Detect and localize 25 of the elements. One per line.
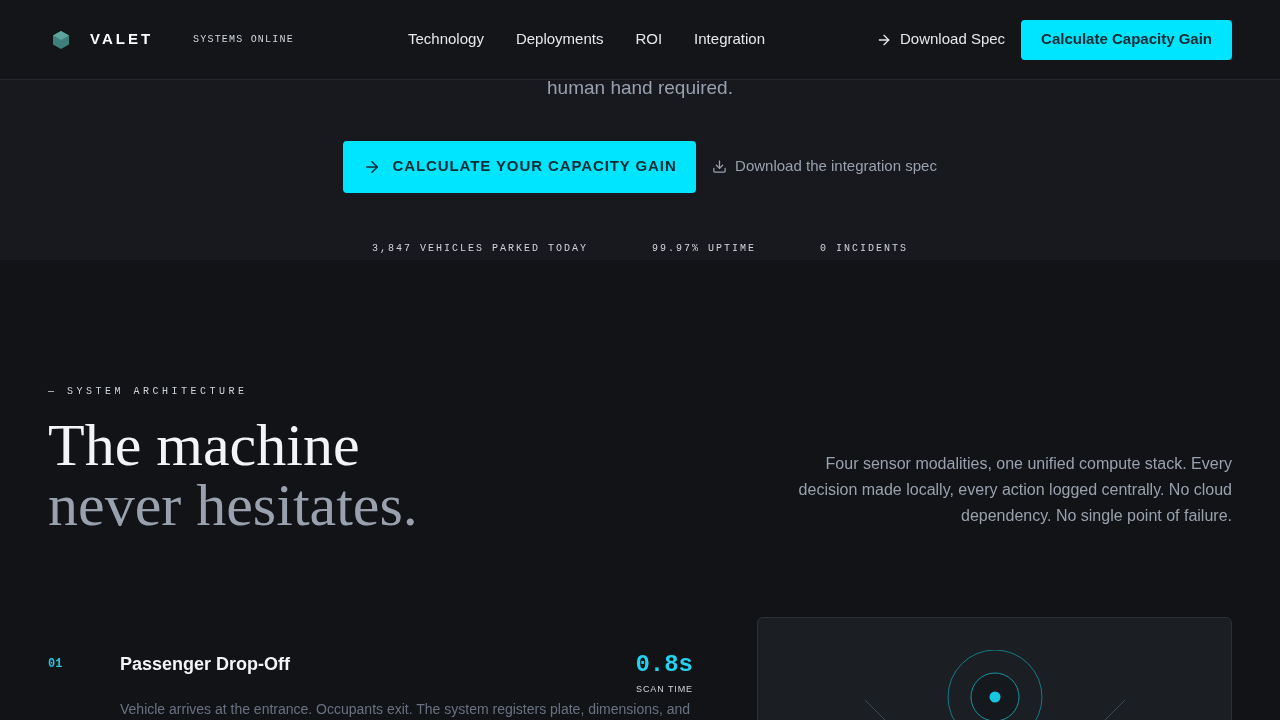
stat-label: 99.97% UPTIME: [652, 241, 756, 256]
section-title: The machine: [48, 415, 361, 475]
download-icon: [712, 159, 728, 174]
step-description: Vehicle arrives at the entrance. Occupants exit. The system registers plate, dimensions, and: [120, 700, 692, 717]
primary-cta-button[interactable]: CALCULATE YOUR CAPACITY GAIN: [343, 140, 697, 193]
step-title: Passenger Drop-Off: [120, 653, 291, 676]
hero-tagline: human hand required.: [547, 76, 733, 100]
download-spec-link[interactable]: Download Spec: [876, 28, 1006, 51]
section-eyebrow: — SYSTEM ARCHITECTURE: [48, 385, 249, 399]
stat-label: 0 INCIDENTS: [820, 241, 909, 256]
brand-name[interactable]: VALET: [90, 28, 154, 51]
step-number: 01: [48, 656, 64, 673]
integration-spec-link[interactable]: Download the integration spec: [712, 155, 937, 178]
nav-link[interactable]: ROI: [635, 28, 663, 51]
nav-link[interactable]: Technology: [408, 28, 484, 51]
nav-link[interactable]: Integration: [694, 28, 765, 51]
logo-icon: [52, 29, 70, 50]
cta-button[interactable]: Calculate Capacity Gain: [1021, 19, 1232, 60]
metric-label: SCAN TIME: [636, 683, 693, 696]
section-subtitle: never hesitates.: [48, 475, 418, 535]
nav-link[interactable]: Deployments: [515, 28, 604, 51]
stat-label: 3,847 VEHICLES PARKED TODAY: [371, 241, 588, 256]
status-label: SYSTEMS ONLINE: [193, 33, 294, 47]
section-description: Four sensor modalities, one unified compute stack. Every decision made locally, every action logged centrally. No cloud dependency. No single point of failure.: [797, 454, 1232, 526]
step-metric: 0.8s: [635, 651, 693, 679]
